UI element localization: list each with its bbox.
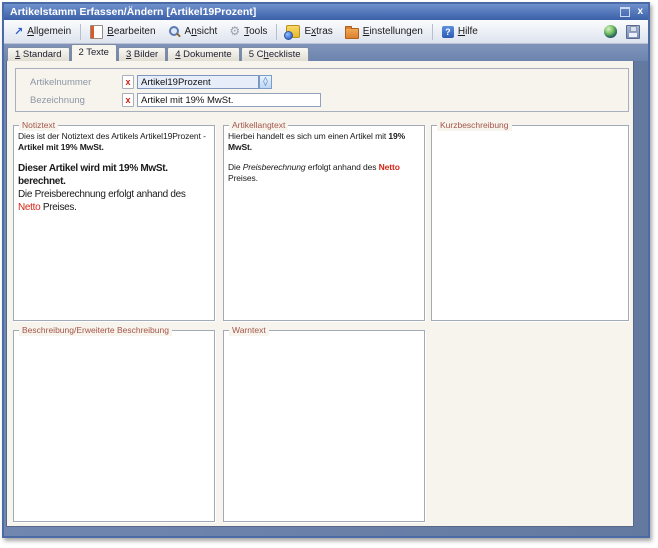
help-icon: ? <box>442 26 454 38</box>
menu-item-hilfe[interactable]: ? Hilfe <box>436 22 484 42</box>
groupbox-artikellangtext: Artikellangtext Hierbei handelt es sich … <box>223 125 425 321</box>
menu-label-allgemein: Allgemein <box>27 26 71 37</box>
menu-label-ansicht: Ansicht <box>185 26 218 37</box>
required-field-icon: x <box>122 75 134 89</box>
toolbar-right <box>604 25 644 39</box>
menu-item-allgemein[interactable]: ↗ Allgemein <box>8 22 77 42</box>
menu-item-extras[interactable]: Extras <box>280 22 338 42</box>
menubar: ↗ Allgemein Bearbeiten Ansicht ⚙ Tools E… <box>4 20 648 44</box>
tabpage-texte: Artikelnummer x ◊ Bezeichnung x Notiztex… <box>6 61 634 527</box>
edit-icon <box>90 25 103 39</box>
globe-icon[interactable] <box>604 25 617 38</box>
tab-texte[interactable]: 2 Texte <box>71 44 117 61</box>
groupbox-notiztext: Notiztext Dies ist der Notiztext des Art… <box>13 125 215 321</box>
tab-standard[interactable]: 1 Standard <box>7 47 70 61</box>
field-row-bezeichnung: Bezeichnung x <box>16 92 628 108</box>
tabstrip: 1 Standard 2 Texte 3 Bilder 4 Dokumente … <box>4 44 648 61</box>
notiztext-editor[interactable]: Dies ist der Notiztext des Artikels Arti… <box>14 128 214 320</box>
kurzbeschreibung-editor[interactable] <box>432 128 628 320</box>
menubar-separator <box>276 24 277 40</box>
save-icon[interactable] <box>626 25 640 39</box>
artikelnummer-input[interactable] <box>137 75 259 89</box>
menu-label-bearbeiten: Bearbeiten <box>107 26 155 37</box>
menu-item-tools[interactable]: ⚙ Tools <box>223 22 273 42</box>
app-window: Artikelstamm Erfassen/Ändern [Artikel19P… <box>2 2 650 538</box>
menu-item-einstellungen[interactable]: Einstellungen <box>339 22 429 42</box>
menu-label-tools: Tools <box>244 26 267 37</box>
menubar-separator <box>432 24 433 40</box>
bezeichnung-input[interactable] <box>137 93 321 107</box>
menubar-separator <box>80 24 81 40</box>
restore-icon[interactable] <box>620 7 630 17</box>
article-header-panel: Artikelnummer x ◊ Bezeichnung x <box>15 68 629 112</box>
tab-dokumente[interactable]: 4 Dokumente <box>167 47 240 61</box>
required-field-icon: x <box>122 93 134 107</box>
titlebar-buttons: x <box>620 4 643 20</box>
groupbox-beschreibung: Beschreibung/Erweiterte Beschreibung <box>13 330 215 522</box>
settings-folder-icon <box>345 28 359 39</box>
tab-checkliste[interactable]: 5 Checkliste <box>241 47 309 61</box>
bezeichnung-label: Bezeichnung <box>30 95 85 106</box>
field-row-artikelnummer: Artikelnummer x ◊ <box>16 74 628 90</box>
groupbox-warntext: Warntext <box>223 330 425 522</box>
menu-item-ansicht[interactable]: Ansicht <box>162 22 224 42</box>
titlebar: Artikelstamm Erfassen/Ändern [Artikel19P… <box>4 4 648 20</box>
menu-label-hilfe: Hilfe <box>458 26 478 37</box>
content-frame: Artikelnummer x ◊ Bezeichnung x Notiztex… <box>4 61 648 536</box>
magnifier-icon <box>168 25 181 38</box>
artikellangtext-editor[interactable]: Hierbei handelt es sich um einen Artikel… <box>224 128 424 320</box>
north-east-arrow-icon: ↗ <box>14 26 23 38</box>
extras-package-icon <box>286 25 300 38</box>
close-icon[interactable]: x <box>637 5 643 19</box>
beschreibung-editor[interactable] <box>14 333 214 521</box>
menu-item-bearbeiten[interactable]: Bearbeiten <box>84 22 161 42</box>
warntext-editor[interactable] <box>224 333 424 521</box>
menu-label-einstellungen: Einstellungen <box>363 26 423 37</box>
groupbox-kurzbeschreibung: Kurzbeschreibung <box>431 125 629 321</box>
lookup-icon[interactable]: ◊ <box>259 75 272 89</box>
menu-label-extras: Extras <box>304 26 332 37</box>
gear-icon: ⚙ <box>229 25 240 38</box>
tab-bilder[interactable]: 3 Bilder <box>118 47 166 61</box>
artikelnummer-label: Artikelnummer <box>30 77 91 88</box>
window-title: Artikelstamm Erfassen/Ändern [Artikel19P… <box>10 6 256 18</box>
